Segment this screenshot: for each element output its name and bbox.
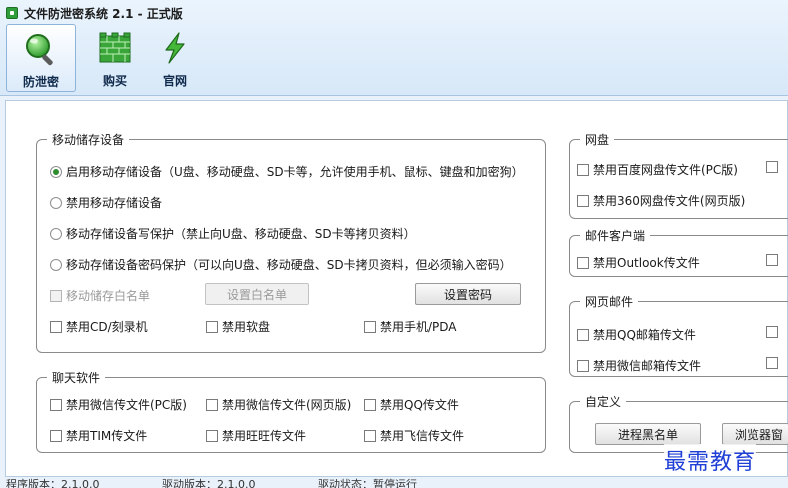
radio-icon bbox=[50, 258, 62, 271]
set-whitelist-button[interactable]: 设置白名单 bbox=[205, 283, 309, 305]
checkbox-icon bbox=[577, 328, 589, 341]
disable-baidu-disk-label: 禁用百度网盘传文件(PC版) bbox=[593, 163, 738, 177]
checkbox-icon bbox=[206, 320, 218, 333]
checkbox-icon bbox=[50, 289, 62, 302]
webmail-extra-checkbox-1[interactable] bbox=[766, 326, 778, 338]
usb-whitelist-checkbox[interactable]: 移动储存白名单 bbox=[50, 287, 150, 304]
disable-wangwang-label: 禁用旺旺传文件 bbox=[222, 429, 307, 443]
disable-360-disk-label: 禁用360网盘传文件(网页版) bbox=[593, 194, 746, 208]
usb-write-protect-label: 移动存储设备写保护（禁止向U盘、移动硬盘、SD卡等拷贝资料） bbox=[66, 227, 416, 241]
disable-qq-label: 禁用QQ传文件 bbox=[380, 398, 459, 412]
disable-wei-mail-checkbox[interactable]: 禁用微信邮箱传文件 bbox=[577, 357, 701, 374]
toolbar-anti-leak-label: 防泄密 bbox=[22, 75, 59, 89]
lightning-icon bbox=[165, 32, 185, 64]
checkbox-icon bbox=[766, 254, 778, 266]
disable-baidu-disk-checkbox[interactable]: 禁用百度网盘传文件(PC版) bbox=[577, 161, 738, 178]
checkbox-icon bbox=[206, 429, 218, 442]
toolbar-anti-leak-button[interactable]: 防泄密 bbox=[6, 24, 76, 92]
usb-whitelist-label: 移动储存白名单 bbox=[66, 289, 151, 303]
checkbox-icon bbox=[364, 398, 376, 411]
browser-window-button[interactable]: 浏览器窗 bbox=[722, 423, 788, 445]
driver-status: 驱动状态：暂停运行 bbox=[318, 478, 417, 488]
checkbox-icon bbox=[50, 398, 62, 411]
watermark-text: 最需教育 bbox=[664, 444, 757, 476]
checkbox-icon bbox=[50, 320, 62, 333]
mail-client-legend: 邮件客户端 bbox=[585, 229, 646, 243]
disable-qq-mail-label: 禁用QQ邮箱传文件 bbox=[593, 328, 696, 342]
disable-wangwang-checkbox[interactable]: 禁用旺旺传文件 bbox=[206, 427, 306, 444]
status-bar: 程序版本：2.1.0.0 驱动版本：2.1.0.0 驱动状态：暂停运行 bbox=[0, 478, 788, 488]
radio-checked-icon bbox=[50, 165, 62, 178]
usb-password-label: 移动存储设备密码保护（可以向U盘、移动硬盘、SD卡拷贝资料，但必须输入密码） bbox=[66, 258, 512, 272]
disable-phone-checkbox[interactable]: 禁用手机/PDA bbox=[364, 318, 457, 335]
mail-client-extra-checkbox[interactable] bbox=[766, 254, 778, 266]
checkbox-icon bbox=[50, 429, 62, 442]
disable-fetion-checkbox[interactable]: 禁用飞信传文件 bbox=[364, 427, 464, 444]
checkbox-icon bbox=[206, 398, 218, 411]
usb-write-protect-radio[interactable]: 移动存储设备写保护（禁止向U盘、移动硬盘、SD卡等拷贝资料） bbox=[50, 225, 416, 242]
disable-cd-checkbox[interactable]: 禁用CD/刻录机 bbox=[50, 318, 148, 335]
magnifier-icon bbox=[26, 34, 53, 66]
checkbox-icon bbox=[577, 256, 589, 269]
usb-password-radio[interactable]: 移动存储设备密码保护（可以向U盘、移动硬盘、SD卡拷贝资料，但必须输入密码） bbox=[50, 256, 512, 273]
checkbox-icon bbox=[766, 326, 778, 338]
usb-storage-legend: 移动储存设备 bbox=[52, 133, 125, 147]
checkbox-icon bbox=[364, 320, 376, 333]
disable-outlook-checkbox[interactable]: 禁用Outlook传文件 bbox=[577, 254, 700, 271]
toolbar-buy-label: 购买 bbox=[102, 74, 127, 88]
settings-panel: 移动储存设备 启用移动存储设备（U盘、移动硬盘、SD卡等，允许使用手机、鼠标、键… bbox=[5, 100, 788, 477]
disable-wechat-web-checkbox[interactable]: 禁用微信传文件(网页版) bbox=[206, 396, 351, 413]
disable-wechat-web-label: 禁用微信传文件(网页版) bbox=[222, 398, 352, 412]
usb-disable-label: 禁用移动存储设备 bbox=[66, 196, 163, 210]
webmail-extra-checkbox-2[interactable] bbox=[766, 357, 778, 369]
custom-legend: 自定义 bbox=[585, 395, 622, 409]
disable-tim-checkbox[interactable]: 禁用TIM传文件 bbox=[50, 427, 147, 444]
webmail-legend: 网页邮件 bbox=[585, 295, 634, 309]
process-blacklist-button[interactable]: 进程黑名单 bbox=[595, 423, 701, 445]
netdisk-legend: 网盘 bbox=[585, 133, 610, 147]
checkbox-icon bbox=[766, 357, 778, 369]
disable-wechat-pc-label: 禁用微信传文件(PC版) bbox=[66, 398, 187, 412]
disable-floppy-checkbox[interactable]: 禁用软盘 bbox=[206, 318, 270, 335]
toolbar-website-button[interactable]: 官网 bbox=[140, 24, 210, 92]
disable-cd-label: 禁用CD/刻录机 bbox=[66, 320, 148, 334]
checkbox-icon bbox=[577, 163, 589, 176]
checkbox-icon bbox=[577, 359, 589, 372]
disable-wechat-pc-checkbox[interactable]: 禁用微信传文件(PC版) bbox=[50, 396, 187, 413]
checkbox-icon bbox=[577, 194, 589, 207]
window-title: 文件防泄密系统 2.1 - 正式版 bbox=[6, 5, 183, 21]
set-password-button[interactable]: 设置密码 bbox=[415, 283, 521, 305]
toolbar-website-label: 官网 bbox=[162, 74, 187, 88]
disable-qq-checkbox[interactable]: 禁用QQ传文件 bbox=[364, 396, 459, 413]
brick-wall-icon bbox=[99, 32, 131, 63]
program-version: 程序版本：2.1.0.0 bbox=[6, 478, 100, 488]
disable-outlook-label: 禁用Outlook传文件 bbox=[593, 256, 700, 270]
disable-fetion-label: 禁用飞信传文件 bbox=[380, 429, 465, 443]
usb-enable-label: 启用移动存储设备（U盘、移动硬盘、SD卡等，允许使用手机、鼠标、键盘和加密狗） bbox=[66, 165, 524, 179]
disable-360-disk-checkbox[interactable]: 禁用360网盘传文件(网页版) bbox=[577, 192, 745, 209]
checkbox-icon bbox=[364, 429, 376, 442]
netdisk-extra-checkbox[interactable] bbox=[766, 161, 778, 173]
radio-icon bbox=[50, 196, 62, 209]
window-title-text: 文件防泄密系统 2.1 - 正式版 bbox=[24, 6, 183, 21]
checkbox-icon bbox=[766, 161, 778, 173]
disable-qq-mail-checkbox[interactable]: 禁用QQ邮箱传文件 bbox=[577, 326, 696, 343]
driver-version: 驱动版本：2.1.0.0 bbox=[162, 478, 256, 488]
chat-software-legend: 聊天软件 bbox=[52, 371, 101, 385]
disable-tim-label: 禁用TIM传文件 bbox=[66, 429, 148, 443]
usb-enable-radio[interactable]: 启用移动存储设备（U盘、移动硬盘、SD卡等，允许使用手机、鼠标、键盘和加密狗） bbox=[50, 163, 524, 180]
disable-floppy-label: 禁用软盘 bbox=[222, 320, 271, 334]
app-shield-icon bbox=[6, 7, 18, 19]
radio-icon bbox=[50, 227, 62, 240]
disable-phone-label: 禁用手机/PDA bbox=[380, 320, 457, 334]
header-bar: 文件防泄密系统 2.1 - 正式版 防泄密 购买 官网 bbox=[0, 0, 788, 96]
usb-disable-radio[interactable]: 禁用移动存储设备 bbox=[50, 194, 162, 211]
disable-wei-mail-label: 禁用微信邮箱传文件 bbox=[593, 359, 702, 373]
